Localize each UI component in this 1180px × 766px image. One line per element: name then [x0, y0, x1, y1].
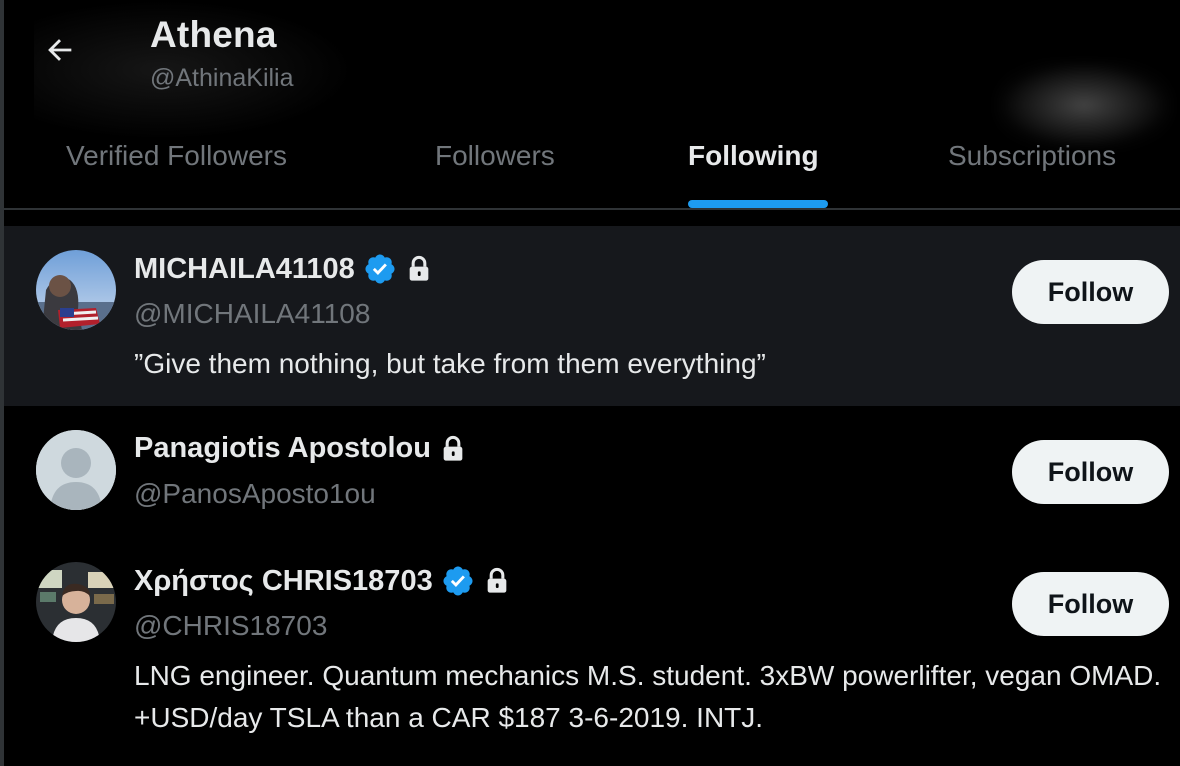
tab-subscriptions[interactable]: Subscriptions: [948, 140, 1116, 172]
user-name-line: Panagiotis Apostolou: [134, 432, 467, 465]
follow-button[interactable]: Follow: [1012, 440, 1169, 504]
user-bio: LNG engineer. Quantum mechanics M.S. stu…: [134, 660, 1162, 733]
user-cell[interactable]: Panagiotis Apostolou @PanosAposto1ou Fol…: [4, 406, 1180, 538]
lock-icon: [439, 434, 467, 464]
profile-handle: @AthinaKilia: [150, 64, 294, 92]
tab-verified-followers[interactable]: Verified Followers: [66, 140, 287, 172]
user-bio: ”Give them nothing, but take from them e…: [134, 348, 766, 379]
profile-header: Athena @AthinaKilia Verified Followers F…: [4, 0, 1180, 210]
verified-badge-icon: [441, 564, 475, 598]
arrow-left-icon: [43, 33, 77, 67]
avatar[interactable]: [36, 562, 116, 642]
user-display-name[interactable]: MICHAILA41108: [134, 253, 355, 286]
verified-badge-icon: [363, 252, 397, 286]
user-cell[interactable]: MICHAILA41108 @MICHAILA41108 ”Give them …: [4, 226, 1180, 406]
user-handle: @CHRIS18703: [134, 610, 328, 641]
tab-followers[interactable]: Followers: [435, 140, 555, 172]
user-cell[interactable]: Χρήστος CHRIS18703 @CHRIS18703 LNG engin…: [4, 538, 1180, 766]
following-page: Athena @AthinaKilia Verified Followers F…: [0, 0, 1180, 766]
active-tab-indicator: [688, 200, 828, 208]
follow-button[interactable]: Follow: [1012, 572, 1169, 636]
back-button[interactable]: [38, 28, 82, 72]
avatar[interactable]: [36, 250, 116, 330]
tab-following[interactable]: Following: [688, 140, 819, 172]
profile-name: Athena: [150, 14, 277, 55]
user-display-name[interactable]: Panagiotis Apostolou: [134, 432, 431, 465]
default-avatar[interactable]: [36, 430, 116, 510]
tab-bar: Verified Followers Followers Following S…: [4, 126, 1180, 210]
user-handle: @PanosAposto1ou: [134, 478, 376, 509]
follow-button[interactable]: Follow: [1012, 260, 1169, 324]
user-name-line: MICHAILA41108: [134, 252, 433, 286]
lock-icon: [405, 254, 433, 284]
lock-icon: [483, 566, 511, 596]
user-handle: @MICHAILA41108: [134, 298, 371, 329]
user-name-line: Χρήστος CHRIS18703: [134, 564, 511, 598]
user-display-name[interactable]: Χρήστος CHRIS18703: [134, 565, 433, 598]
